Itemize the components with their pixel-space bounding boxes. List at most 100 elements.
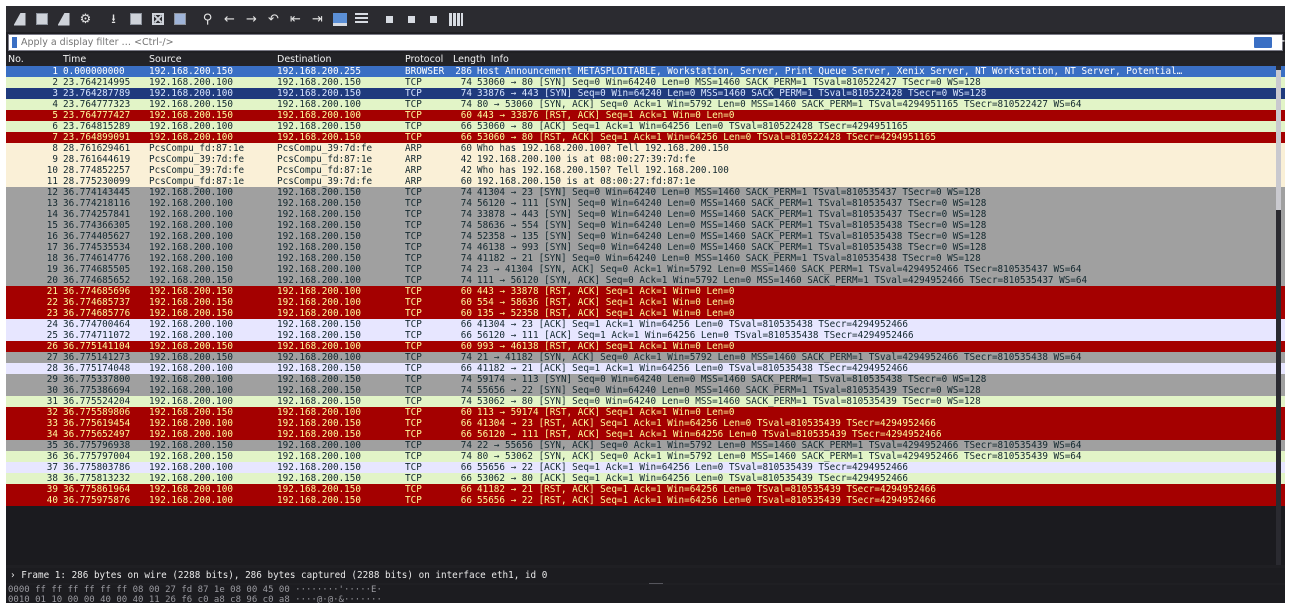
table-row[interactable]: 23 36.774685776 192.168.200.150 192.168.200… (6, 308, 1285, 319)
normal-size-icon[interactable] (424, 9, 443, 29)
table-row[interactable]: 16 36.774405627 192.168.200.100 192.168.200… (6, 231, 1285, 242)
table-row[interactable]: 36 36.775797004 192.168.200.150 192.168.200… (6, 451, 1285, 462)
table-row[interactable]: 30 36.775386694 192.168.200.100 192.168.200… (6, 385, 1285, 396)
cell-source: 192.168.200.150 (149, 297, 233, 308)
table-row[interactable]: 18 36.774614776 192.168.200.100 192.168.200… (6, 253, 1285, 264)
apply-filter-arrow-icon[interactable] (1253, 37, 1272, 48)
table-row[interactable]: 21 36.774685696 192.168.200.150 192.168.200… (6, 286, 1285, 297)
cell-length: 74 (460, 385, 472, 396)
table-row[interactable]: 28 36.775174048 192.168.200.100 192.168.200… (6, 363, 1285, 374)
save-file-icon[interactable] (126, 9, 145, 29)
table-row[interactable]: 7 23.764899091 192.168.200.100 192.168.200.… (6, 132, 1285, 143)
cell-source: 192.168.200.100 (149, 319, 233, 330)
table-row[interactable]: 25 36.774711072 192.168.200.100 192.168.200… (6, 330, 1285, 341)
table-row[interactable]: 2 23.764214995 192.168.200.100 192.168.200.… (6, 77, 1285, 88)
table-row[interactable]: 12 36.774143445 192.168.200.100 192.168.200… (6, 187, 1285, 198)
cell-no: 6 (52, 121, 58, 132)
pane-splitter[interactable] (649, 583, 663, 584)
filter-bookmark-icon[interactable] (12, 37, 17, 48)
column-header-time[interactable]: Time (62, 53, 145, 66)
resize-columns-icon[interactable] (446, 9, 465, 29)
go-to-packet-icon[interactable]: ↶ (264, 9, 283, 29)
go-forward-icon[interactable]: → (242, 9, 261, 29)
start-capture-icon[interactable] (10, 9, 29, 29)
cell-length: 74 (460, 88, 472, 99)
stop-capture-icon[interactable] (32, 9, 51, 29)
table-row[interactable]: 13 36.774218116 192.168.200.100 192.168.200… (6, 198, 1285, 209)
cell-no: 19 (46, 264, 58, 275)
zoom-in-icon[interactable] (380, 9, 399, 29)
column-header-source[interactable]: Source (145, 53, 273, 66)
restart-capture-icon[interactable] (54, 9, 73, 29)
packet-list-scrollbar[interactable] (1276, 66, 1281, 565)
cell-info: Host Announcement METASPLOITABLE, Workst… (477, 66, 1183, 77)
table-row[interactable]: 4 23.764777323 192.168.200.150 192.168.200.… (6, 99, 1285, 110)
cell-destination: 192.168.200.150 (277, 242, 361, 253)
table-row[interactable]: 31 36.775524204 192.168.200.100 192.168.200… (6, 396, 1285, 407)
close-file-icon[interactable] (148, 9, 167, 29)
table-row[interactable]: 33 36.775619454 192.168.200.100 192.168.200… (6, 418, 1285, 429)
cell-no: 26 (46, 341, 58, 352)
add-filter-button-plus-icon[interactable]: + (1275, 34, 1285, 50)
go-back-icon[interactable]: ← (220, 9, 239, 29)
cell-no: 20 (46, 275, 58, 286)
table-row[interactable]: 17 36.774535534 192.168.200.100 192.168.200… (6, 242, 1285, 253)
table-row[interactable]: 32 36.775589806 192.168.200.150 192.168.200… (6, 407, 1285, 418)
table-row[interactable]: 11 28.775230099 PcsCompu_fd:87:1e PcsCompu_… (6, 176, 1285, 187)
table-row[interactable]: 24 36.774700464 192.168.200.100 192.168.200… (6, 319, 1285, 330)
wireshark-window: ⚙ ⭳ ⚲ ← → ↶ ⇤ ⇥ ▾ + No. Time Source Dest… (6, 6, 1285, 603)
cell-info: 55656 → 22 [ACK] Seq=1 Ack=1 Win=64256 L… (477, 462, 908, 473)
open-file-icon[interactable]: ⭳ (104, 9, 123, 29)
column-header-protocol[interactable]: Protocol (401, 53, 450, 66)
table-row[interactable]: 15 36.774366305 192.168.200.100 192.168.200… (6, 220, 1285, 231)
cell-source: 192.168.200.100 (149, 220, 233, 231)
table-row[interactable]: 22 36.774685737 192.168.200.150 192.168.200… (6, 297, 1285, 308)
cell-protocol: TCP (405, 231, 422, 242)
cell-info: 113 → 59174 [RST, ACK] Seq=1 Ack=1 Win=0… (477, 407, 735, 418)
table-row[interactable]: 20 36.774685652 192.168.200.150 192.168.200… (6, 275, 1285, 286)
cell-time: 36.775861964 (63, 484, 131, 495)
scrollbar-thumb[interactable] (1276, 70, 1281, 210)
table-row[interactable]: 8 28.761629461 PcsCompu_fd:87:1e PcsCompu_3… (6, 143, 1285, 154)
cell-destination: 192.168.200.100 (277, 352, 361, 363)
table-row[interactable]: 40 36.775975876 192.168.200.100 192.168.200… (6, 495, 1285, 506)
cell-no: 14 (46, 209, 58, 220)
column-header-destination[interactable]: Destination (273, 53, 401, 66)
reload-file-icon[interactable] (170, 9, 189, 29)
column-header-no[interactable]: No. (6, 53, 62, 66)
table-row[interactable]: 26 36.775141104 192.168.200.150 192.168.200… (6, 341, 1285, 352)
table-row[interactable]: 37 36.775803786 192.168.200.100 192.168.200… (6, 462, 1285, 473)
column-header-length[interactable]: Length (450, 53, 486, 66)
table-row[interactable]: 27 36.775141273 192.168.200.150 192.168.200… (6, 352, 1285, 363)
cell-no: 38 (46, 473, 58, 484)
table-row[interactable]: 35 36.775796938 192.168.200.150 192.168.200… (6, 440, 1285, 451)
frame-summary-row[interactable]: › Frame 1: 286 bytes on wire (2288 bits)… (10, 570, 547, 581)
table-row[interactable]: 10 28.774852257 PcsCompu_39:7d:fe PcsCompu_… (6, 165, 1285, 176)
table-row[interactable]: 38 36.775813232 192.168.200.100 192.168.200… (6, 473, 1285, 484)
go-first-packet-icon[interactable]: ⇤ (286, 9, 305, 29)
colorize-icon[interactable] (352, 9, 371, 29)
cell-no: 2 (52, 77, 58, 88)
table-row[interactable]: 39 36.775861964 192.168.200.100 192.168.200… (6, 484, 1285, 495)
cell-time: 23.764287789 (63, 88, 131, 99)
display-filter-input[interactable] (21, 35, 1254, 50)
table-row[interactable]: 14 36.774257841 192.168.200.100 192.168.200… (6, 209, 1285, 220)
table-row[interactable]: 1 0.000000000 192.168.200.150 192.168.200.2… (6, 66, 1285, 77)
table-row[interactable]: 19 36.774685505 192.168.200.150 192.168.200… (6, 264, 1285, 275)
zoom-out-icon[interactable] (402, 9, 421, 29)
find-packet-icon[interactable]: ⚲ (198, 9, 217, 29)
cell-protocol: TCP (405, 330, 422, 341)
table-row[interactable]: 34 36.775652497 192.168.200.100 192.168.200… (6, 429, 1285, 440)
cell-length: 74 (460, 440, 472, 451)
table-row[interactable]: 6 23.764815289 192.168.200.100 192.168.200.… (6, 121, 1285, 132)
table-row[interactable]: 29 36.775337800 192.168.200.100 192.168.200… (6, 374, 1285, 385)
table-row[interactable]: 9 28.761644619 PcsCompu_39:7d:fe PcsCompu_f… (6, 154, 1285, 165)
table-row[interactable]: 5 23.764777427 192.168.200.150 192.168.200.… (6, 110, 1285, 121)
table-row[interactable]: 3 23.764287789 192.168.200.100 192.168.200.… (6, 88, 1285, 99)
autoscroll-icon[interactable] (330, 9, 349, 29)
go-last-packet-icon[interactable]: ⇥ (308, 9, 327, 29)
cell-length: 74 (460, 253, 472, 264)
cell-no: 8 (52, 143, 58, 154)
capture-options-gear-icon[interactable]: ⚙ (76, 9, 95, 29)
column-header-info[interactable]: Info (486, 53, 1285, 66)
